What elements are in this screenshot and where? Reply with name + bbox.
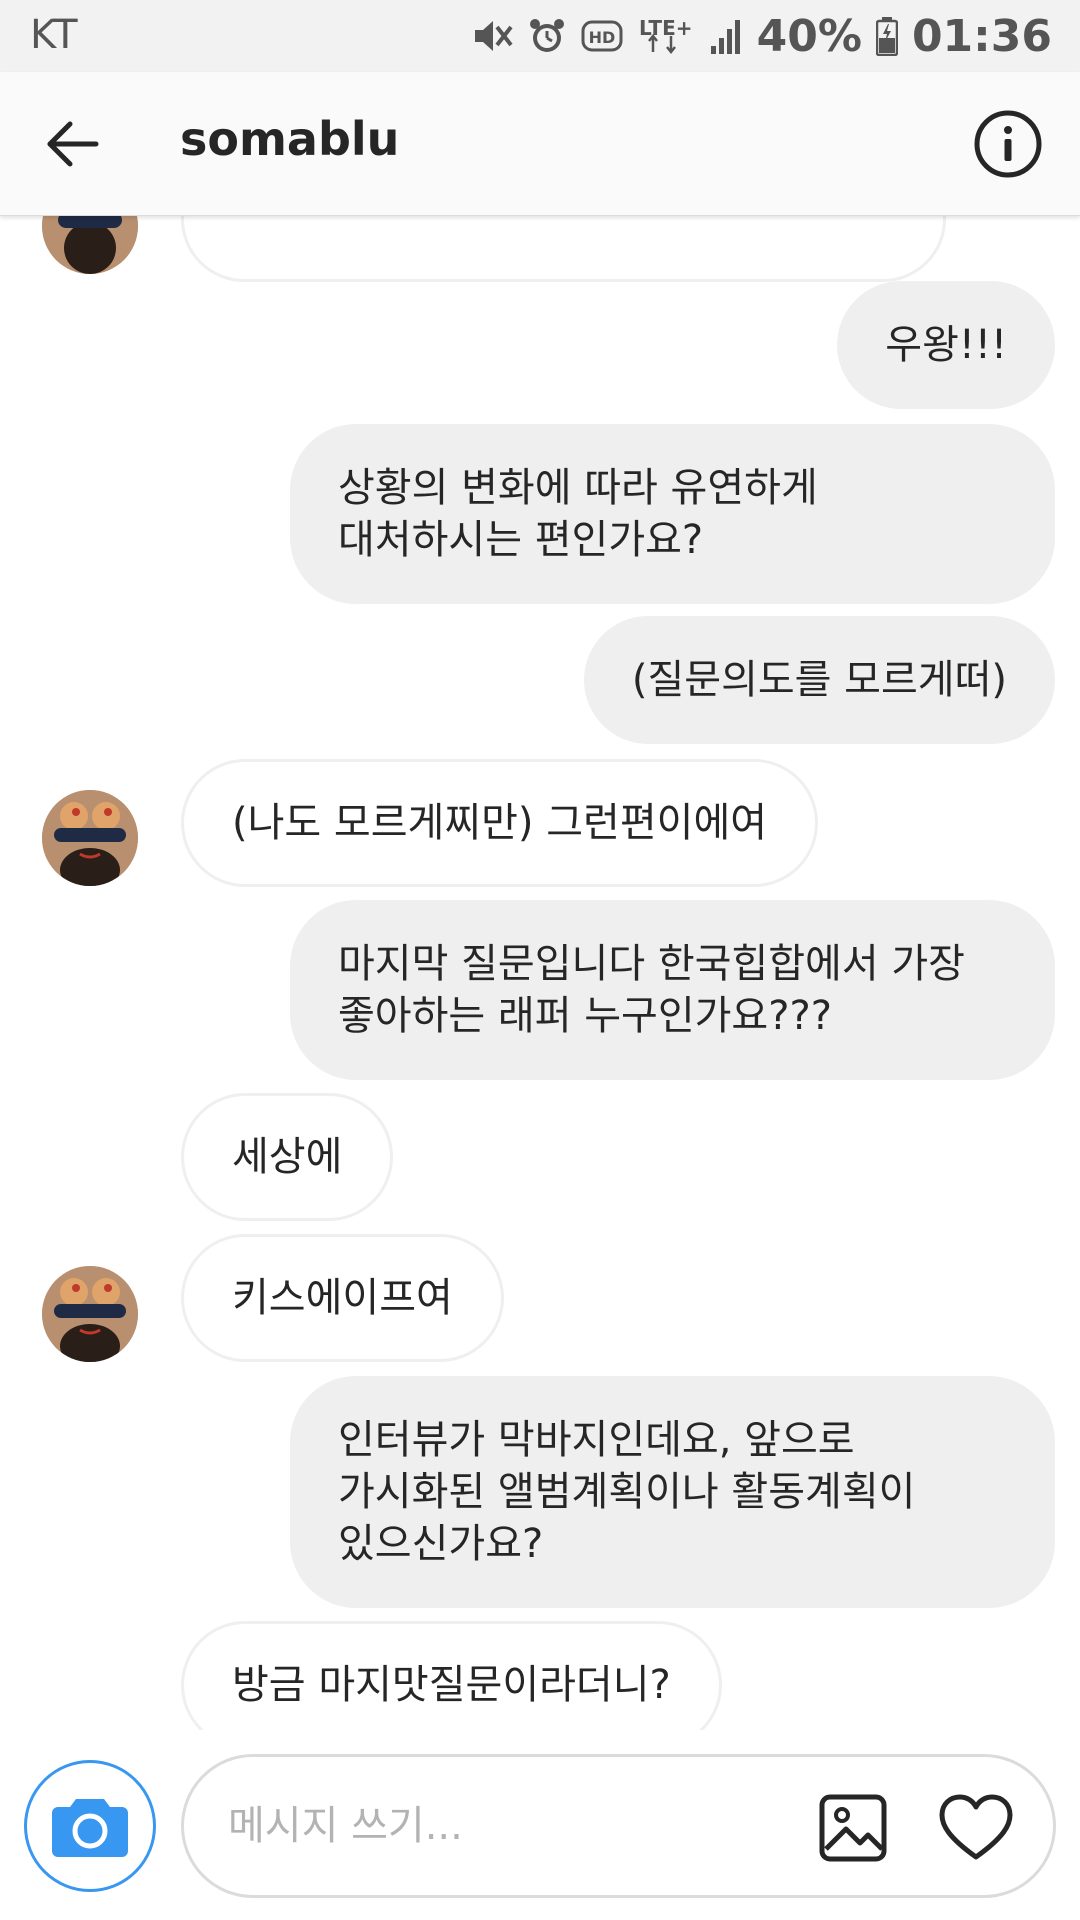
info-icon <box>974 110 1042 178</box>
svg-text:LTE+: LTE+ <box>639 16 693 40</box>
chat-header: somablu <box>0 72 1080 216</box>
message-text: 방금 마지맛질문이라더니? <box>232 1662 671 1708</box>
battery-icon <box>875 17 898 56</box>
status-icons: HD LTE+ 40% 01:36 <box>471 8 1052 64</box>
message-text: (질문의도를 모르게떠) <box>631 657 1007 703</box>
avatar[interactable] <box>42 1266 138 1362</box>
conversation-title[interactable]: somablu <box>180 112 399 166</box>
alarm-icon <box>529 19 564 52</box>
message-bubble-incoming[interactable]: … <box>181 216 946 282</box>
like-button[interactable] <box>938 1793 1014 1863</box>
message-text: 우왕!!! <box>885 322 1007 368</box>
message-bubble-outgoing[interactable]: 상황의 변화에 따라 유연하게 대처하시는 편인가요? <box>290 424 1055 604</box>
image-icon <box>819 1794 887 1862</box>
message-text: 마지막 질문입니다 한국힙합에서 가장 좋아하는 래퍼 누구인가요??? <box>338 941 965 1039</box>
camera-icon <box>52 1799 128 1857</box>
avatar-image <box>42 216 138 274</box>
message-thread[interactable]: … 우왕!!! 상황의 변화에 따라 유연하게 대처하시는 편인가요? (질문의… <box>0 216 1080 1730</box>
arrow-left-icon <box>47 121 99 167</box>
message-bubble-outgoing[interactable]: 마지막 질문입니다 한국힙합에서 가장 좋아하는 래퍼 누구인가요??? <box>290 900 1055 1080</box>
status-bar: KT HD LTE+ 40% 01:36 <box>0 0 1080 72</box>
battery-percent: 40% <box>756 10 862 62</box>
signal-icon <box>710 20 740 54</box>
message-text: 키스에이프여 <box>232 1275 453 1321</box>
message-bubble-outgoing[interactable]: (질문의도를 모르게떠) <box>583 616 1055 744</box>
carrier-label: KT <box>30 12 78 58</box>
message-bubble-incoming[interactable]: 방금 마지맛질문이라더니? <box>181 1621 722 1730</box>
back-button[interactable] <box>40 112 104 176</box>
message-composer <box>0 1730 1080 1920</box>
message-text: 세상에 <box>232 1134 343 1180</box>
message-input-container <box>181 1754 1056 1898</box>
avatar[interactable] <box>42 790 138 886</box>
message-text: (나도 모르게찌만) 그런편이에여 <box>232 800 768 846</box>
message-bubble-outgoing[interactable]: 우왕!!! <box>837 281 1055 409</box>
message-bubble-incoming[interactable]: 세상에 <box>181 1093 394 1221</box>
message-input[interactable] <box>228 1793 788 1859</box>
message-bubble-incoming[interactable]: 키스에이프여 <box>181 1234 504 1362</box>
gallery-button[interactable] <box>818 1793 888 1863</box>
avatar[interactable] <box>42 216 138 274</box>
avatar-image <box>42 1266 138 1362</box>
mute-icon <box>474 21 513 51</box>
message-text: 상황의 변화에 따라 유연하게 대처하시는 편인가요? <box>338 465 818 563</box>
info-button[interactable] <box>972 108 1044 180</box>
avatar-image <box>42 790 138 886</box>
lte-icon: LTE+ <box>639 16 693 55</box>
message-bubble-incoming[interactable]: (나도 모르게찌만) 그런편이에여 <box>181 759 819 887</box>
clock: 01:36 <box>911 10 1052 62</box>
hd-icon: HD <box>581 20 623 52</box>
message-bubble-outgoing[interactable]: 인터뷰가 막바지인데요, 앞으로 가시화된 앨범계획이나 활동계획이 있으신가요… <box>290 1376 1055 1608</box>
svg-text:HD: HD <box>588 28 615 47</box>
camera-button[interactable] <box>24 1760 156 1892</box>
message-text: 인터뷰가 막바지인데요, 앞으로 가시화된 앨범계획이나 활동계획이 있으신가요… <box>338 1417 916 1567</box>
heart-icon <box>939 1794 1013 1860</box>
